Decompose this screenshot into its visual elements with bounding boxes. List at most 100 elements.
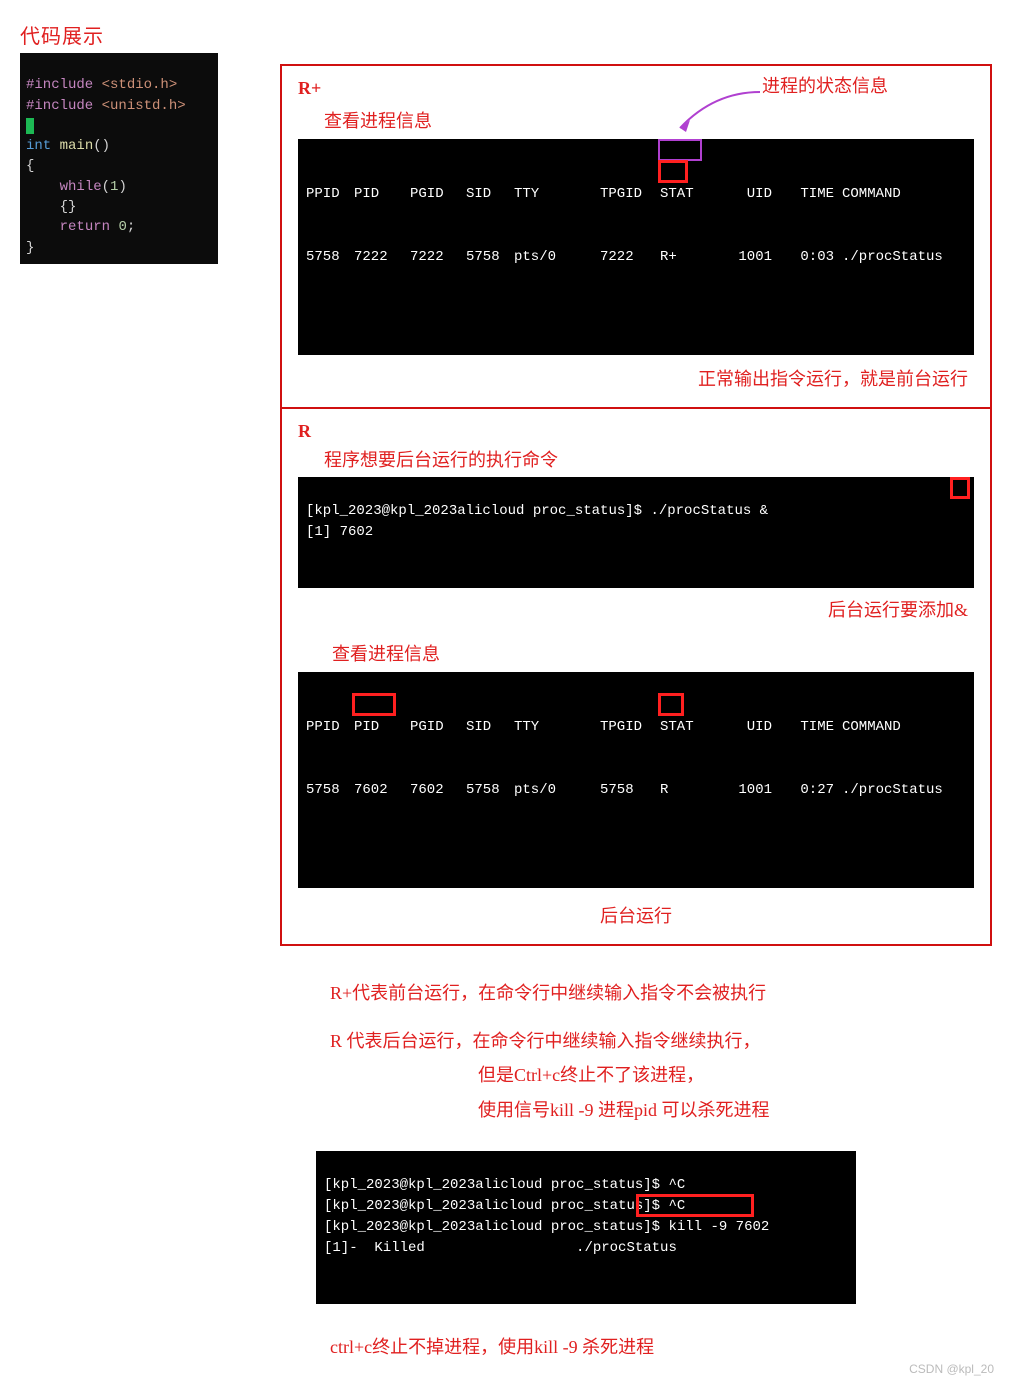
- val-sid: 5758: [466, 247, 514, 268]
- code-token: while: [60, 179, 102, 195]
- panel-rplus: R+ 进程的状态信息 查看进程信息 PPIDPIDPGIDSIDTTYTPGID…: [282, 66, 990, 407]
- table-header: PPIDPIDPGIDSIDTTYTPGIDSTATUIDTIMECOMMAND: [306, 717, 966, 738]
- code-token: <unistd.h>: [102, 98, 186, 114]
- cursor-icon: [26, 118, 34, 134]
- term-line: [kpl_2023@kpl_2023alicloud proc_status]$…: [324, 1198, 685, 1214]
- code-token: [51, 138, 59, 154]
- col-tpgid: TPGID: [600, 184, 660, 205]
- col-uid: UID: [710, 717, 772, 738]
- code-token: <stdio.h>: [102, 77, 178, 93]
- col-pid: PID: [354, 717, 410, 738]
- col-stat: STAT: [660, 184, 710, 205]
- val-tpgid: 5758: [600, 780, 660, 801]
- val-ppid: 5758: [306, 247, 354, 268]
- code-token: [26, 179, 60, 195]
- highlight-ampersand: [950, 477, 970, 499]
- col-pid: PID: [354, 184, 410, 205]
- val-tty: pts/0: [514, 780, 600, 801]
- val-ppid: 5758: [306, 780, 354, 801]
- highlight-stat-header: [658, 139, 702, 161]
- terminal-rplus: PPIDPIDPGIDSIDTTYTPGIDSTATUIDTIMECOMMAND…: [298, 139, 974, 355]
- highlight-stat-r: [658, 693, 684, 716]
- terminal-kill: [kpl_2023@kpl_2023alicloud proc_status]$…: [316, 1151, 856, 1304]
- val-cmd: ./procStatus: [834, 247, 943, 268]
- tag-r: R: [298, 421, 974, 442]
- code-token: (: [102, 179, 110, 195]
- val-pid: 7602: [354, 780, 410, 801]
- val-time: 0:27: [772, 780, 834, 801]
- code-token: }: [26, 240, 34, 256]
- col-uid: UID: [710, 184, 772, 205]
- val-tty: pts/0: [514, 247, 600, 268]
- terminal-bg-cmd: [kpl_2023@kpl_2023alicloud proc_status]$…: [298, 477, 974, 588]
- code-token: ): [118, 179, 126, 195]
- table-row: 5758722272225758pts/07222R+10010:03./pro…: [306, 247, 966, 268]
- col-ppid: PPID: [306, 184, 354, 205]
- bg-append-note: 后台运行要添加&: [298, 596, 968, 622]
- val-pgid: 7222: [410, 247, 466, 268]
- note-r-line3: 使用信号kill -9 进程pid 可以杀死进程: [478, 1093, 992, 1127]
- col-sid: SID: [466, 184, 514, 205]
- code-token: {: [26, 158, 34, 174]
- val-tpgid: 7222: [600, 247, 660, 268]
- col-sid: SID: [466, 717, 514, 738]
- panel-r: R 程序想要后台运行的执行命令 [kpl_2023@kpl_2023aliclo…: [282, 409, 990, 944]
- val-time: 0:03: [772, 247, 834, 268]
- info-panel: R+ 进程的状态信息 查看进程信息 PPIDPIDPGIDSIDTTYTPGID…: [280, 64, 992, 946]
- code-token: main: [60, 138, 94, 154]
- col-tpgid: TPGID: [600, 717, 660, 738]
- code-token: return: [60, 219, 110, 235]
- final-note: ctrl+c终止不掉进程，使用kill -9 杀死进程: [330, 1330, 992, 1364]
- col-time: TIME: [772, 184, 834, 205]
- val-cmd: ./procStatus: [834, 780, 943, 801]
- code-token: [26, 219, 60, 235]
- col-ppid: PPID: [306, 717, 354, 738]
- status-label: 进程的状态信息: [762, 72, 888, 98]
- term-line: [kpl_2023@kpl_2023alicloud proc_status]$…: [324, 1177, 685, 1193]
- highlight-stat-value: [658, 160, 688, 183]
- col-tty: TTY: [514, 717, 600, 738]
- col-pgid: PGID: [410, 184, 466, 205]
- note-r-line2: 但是Ctrl+c终止不了该进程，: [478, 1058, 992, 1092]
- term-line: [1]- Killed ./procStatus: [324, 1240, 677, 1256]
- terminal-kill-wrap: [kpl_2023@kpl_2023alicloud proc_status]$…: [316, 1151, 856, 1304]
- code-token: {}: [26, 199, 76, 215]
- code-title: 代码展示: [20, 20, 992, 49]
- note-r-line1: R 代表后台运行，在命令行中继续输入指令继续执行，: [330, 1024, 992, 1058]
- bg-cmd-label: 程序想要后台运行的执行命令: [324, 446, 974, 472]
- table-header: PPIDPIDPGIDSIDTTYTPGIDSTATUIDTIMECOMMAND: [306, 184, 966, 205]
- val-pgid: 7602: [410, 780, 466, 801]
- val-uid: 1001: [710, 247, 772, 268]
- col-time: TIME: [772, 717, 834, 738]
- code-token: int: [26, 138, 51, 154]
- code-token: 0: [118, 219, 126, 235]
- code-block: #include <stdio.h> #include <unistd.h> i…: [20, 53, 218, 264]
- val-uid: 1001: [710, 780, 772, 801]
- col-cmd: COMMAND: [834, 717, 901, 738]
- val-sid: 5758: [466, 780, 514, 801]
- watermark: CSDN @kpl_20: [909, 1362, 994, 1376]
- col-tty: TTY: [514, 184, 600, 205]
- background-note: 后台运行: [298, 902, 974, 928]
- term-line: [kpl_2023@kpl_2023alicloud proc_status]$…: [324, 1219, 769, 1235]
- terminal-r: PPIDPIDPGIDSIDTTYTPGIDSTATUIDTIMECOMMAND…: [298, 672, 974, 888]
- col-pgid: PGID: [410, 717, 466, 738]
- view-process-label: 查看进程信息: [324, 107, 974, 133]
- code-token: ;: [127, 219, 135, 235]
- code-token: #include: [26, 77, 102, 93]
- code-token: #include: [26, 98, 102, 114]
- table-row: 5758760276025758pts/05758R10010:27./proc…: [306, 780, 966, 801]
- note-rplus: R+代表前台运行，在命令行中继续输入指令不会被执行: [330, 976, 992, 1010]
- foreground-note: 正常输出指令运行，就是前台运行: [298, 365, 968, 391]
- code-token: (): [93, 138, 110, 154]
- highlight-pid: [352, 693, 396, 716]
- explain-block: R+代表前台运行，在命令行中继续输入指令不会被执行 R 代表后台运行，在命令行中…: [330, 976, 992, 1127]
- view-process-label-2: 查看进程信息: [332, 640, 974, 666]
- val-stat: R: [660, 780, 710, 801]
- val-pid: 7222: [354, 247, 410, 268]
- term-line: [kpl_2023@kpl_2023alicloud proc_status]$…: [306, 503, 768, 519]
- col-cmd: COMMAND: [834, 184, 901, 205]
- term-line: [1] 7602: [306, 524, 373, 540]
- val-stat: R+: [660, 247, 710, 268]
- col-stat: STAT: [660, 717, 710, 738]
